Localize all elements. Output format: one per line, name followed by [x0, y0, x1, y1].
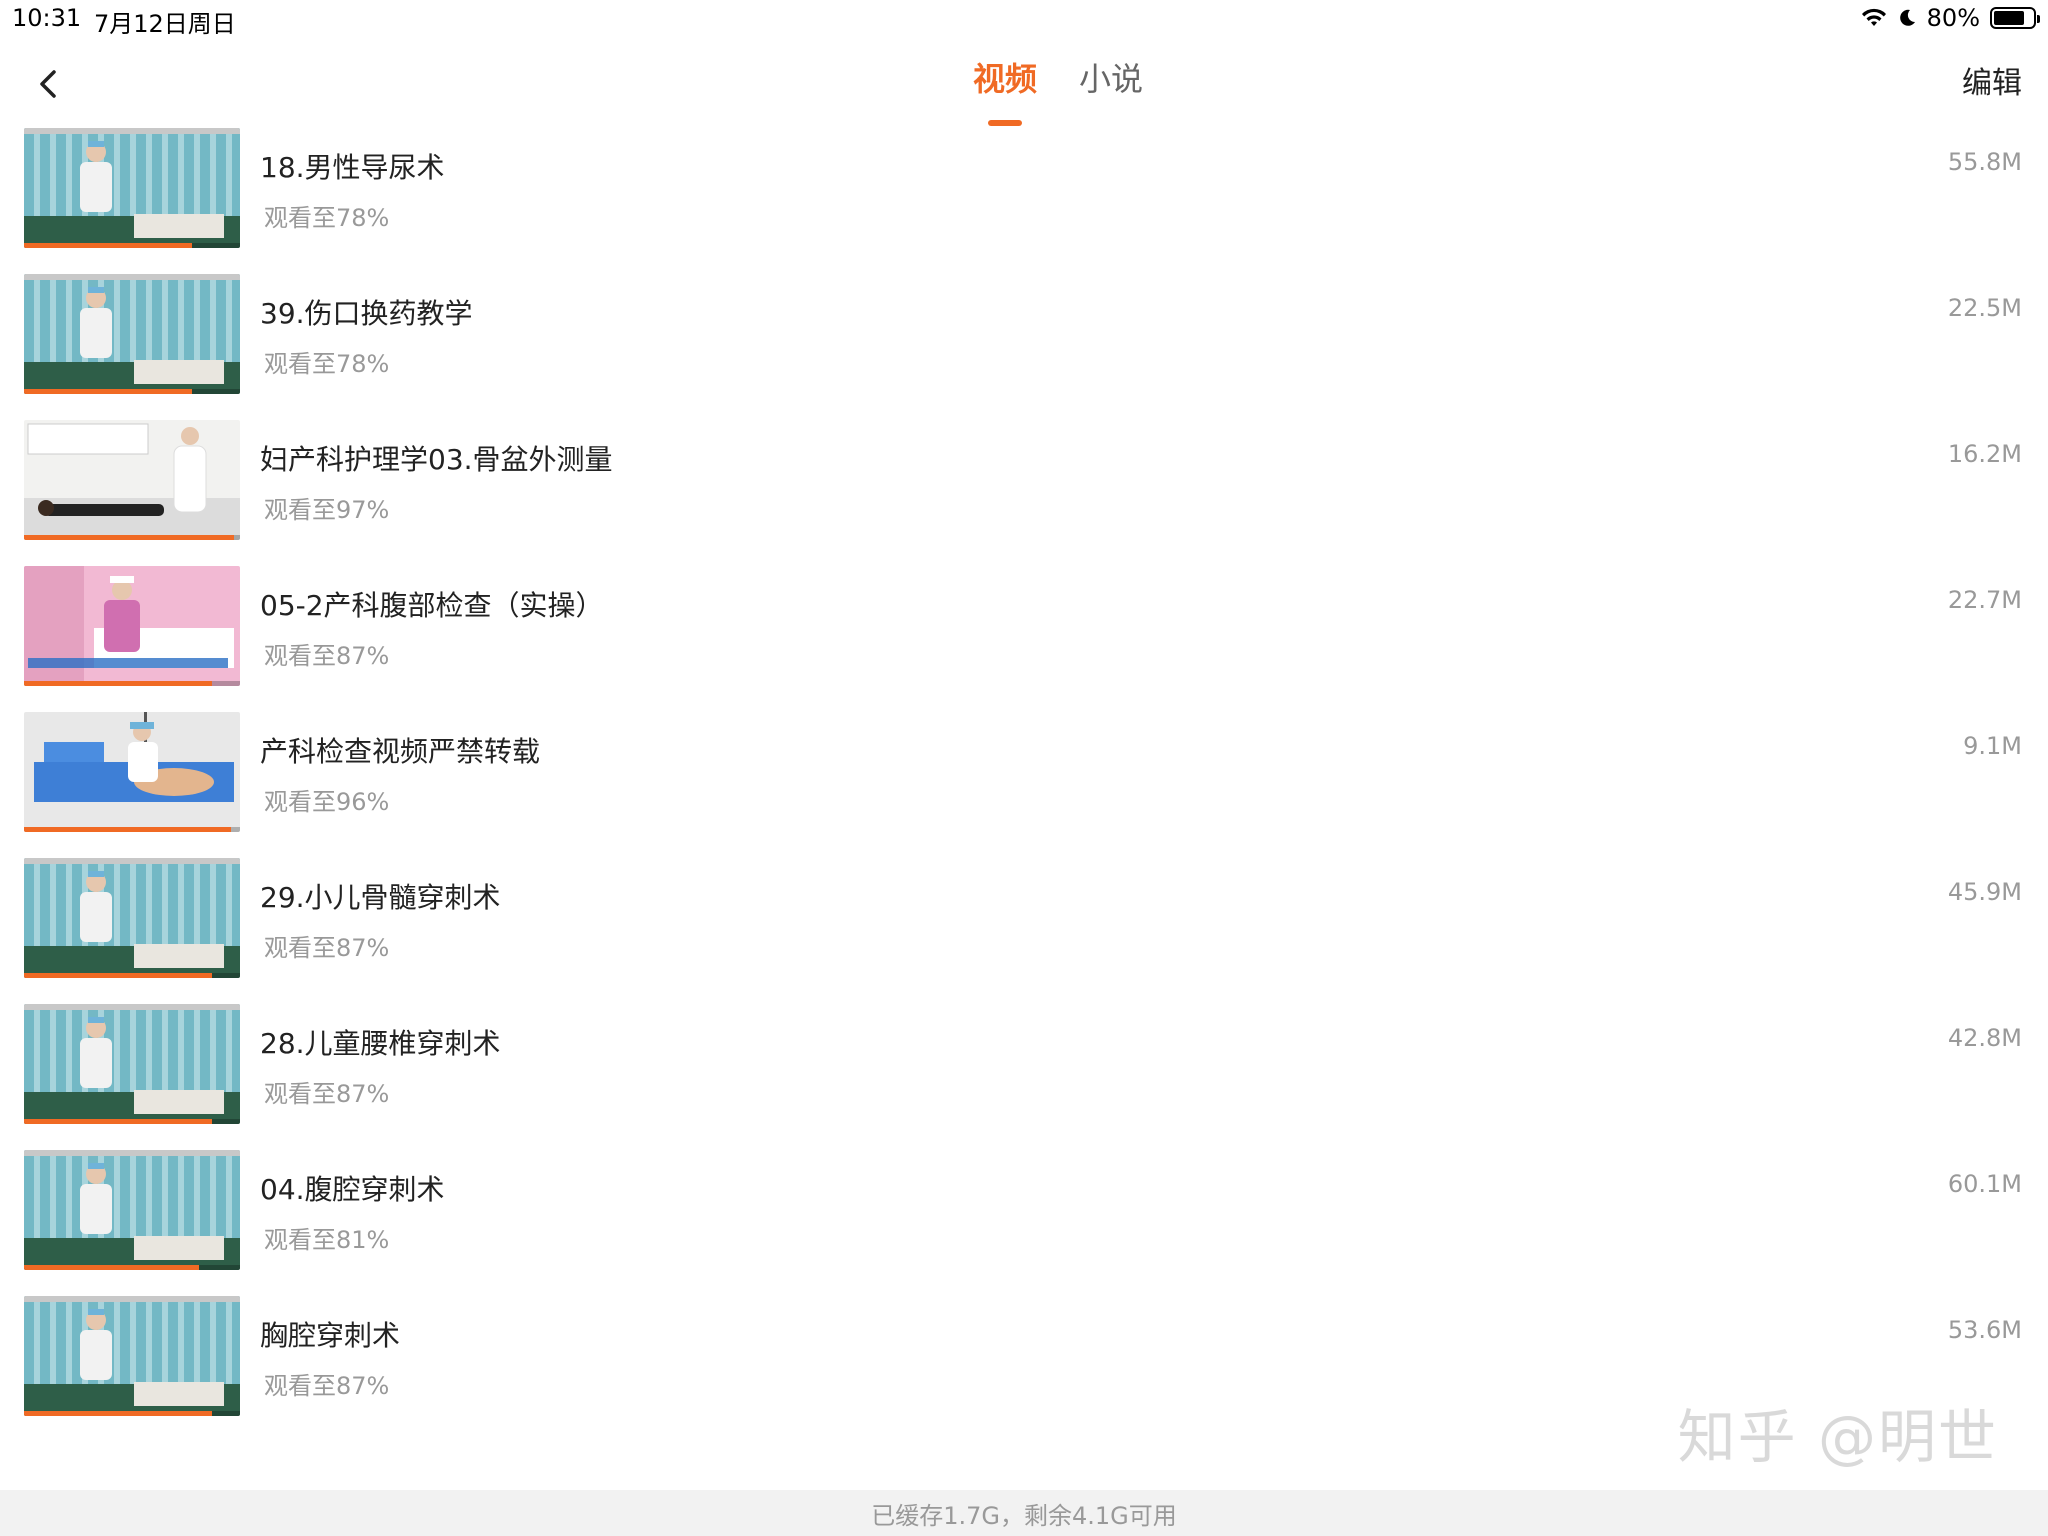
file-size: 16.2M: [1947, 440, 2022, 468]
status-bar: 10:31 7月12日周日 80%: [0, 0, 2048, 40]
video-title: 29.小儿骨髓穿刺术: [260, 881, 501, 914]
tab-video-label: 视频: [972, 60, 1037, 98]
watch-progress-label: 观看至97%: [264, 496, 390, 524]
watch-progress-bar: [24, 827, 232, 832]
file-size: 42.8M: [1947, 1024, 2022, 1052]
watch-progress-bar: [24, 1265, 199, 1270]
video-title: 胸腔穿刺术: [260, 1319, 401, 1352]
list-item[interactable]: 04.腹腔穿刺术 观看至81% 60.1M: [0, 1150, 2048, 1296]
video-thumbnail[interactable]: [24, 128, 240, 248]
watch-progress-label: 观看至78%: [264, 204, 390, 232]
video-title: 18.男性导尿术: [260, 151, 445, 184]
video-title: 05-2产科腹部检查（实操）: [260, 589, 604, 622]
watch-progress-bar: [24, 1411, 212, 1416]
watch-progress-bar: [24, 535, 234, 540]
watch-progress-bar: [24, 973, 212, 978]
watermark: 知乎 @明世: [1677, 1403, 1998, 1471]
watch-progress-label: 观看至81%: [264, 1226, 390, 1254]
video-thumbnail[interactable]: [24, 1150, 240, 1270]
battery-percent: 80%: [1926, 4, 1980, 32]
status-time: 10:31: [12, 4, 82, 32]
status-indicators: 80%: [1861, 4, 2040, 32]
list-item[interactable]: 29.小儿骨髓穿刺术 观看至87% 45.9M: [0, 858, 2048, 1004]
tab-novel[interactable]: 小说: [1075, 54, 1147, 100]
file-size: 55.8M: [1947, 148, 2022, 176]
download-list: 18.男性导尿术 观看至78% 55.8M 39.伤口换药教学 观看至78% 2…: [0, 128, 2048, 1442]
tab-bar: 视频 小说: [0, 54, 2048, 126]
watch-progress-bar: [24, 681, 212, 686]
video-thumbnail[interactable]: [24, 1296, 240, 1416]
watch-progress-label: 观看至87%: [264, 1372, 390, 1400]
watch-progress-label: 观看至87%: [264, 1080, 390, 1108]
watch-progress-bar: [24, 1119, 212, 1124]
list-item[interactable]: 39.伤口换药教学 观看至78% 22.5M: [0, 274, 2048, 420]
watch-progress-label: 观看至87%: [264, 934, 390, 962]
watch-progress-label: 观看至78%: [264, 350, 390, 378]
tab-active-indicator: [987, 120, 1022, 126]
list-item[interactable]: 产科检查视频严禁转载 观看至96% 9.1M: [0, 712, 2048, 858]
file-size: 9.1M: [1963, 732, 2022, 760]
watch-progress-label: 观看至87%: [264, 642, 390, 670]
storage-info: 已缓存1.7G，剩余4.1G可用: [871, 1501, 1177, 1530]
video-thumbnail[interactable]: [24, 1004, 240, 1124]
list-item[interactable]: 妇产科护理学03.骨盆外测量 观看至97% 16.2M: [0, 420, 2048, 566]
edit-button[interactable]: 编辑: [1962, 58, 2022, 102]
nav-bar: 视频 小说 编辑: [0, 40, 2048, 128]
video-title: 04.腹腔穿刺术: [260, 1173, 445, 1206]
file-size: 45.9M: [1947, 878, 2022, 906]
status-date: 7月12日周日: [94, 10, 236, 38]
battery-icon: [1990, 7, 2040, 29]
tab-video[interactable]: 视频: [969, 54, 1041, 126]
video-thumbnail[interactable]: [24, 566, 240, 686]
list-item[interactable]: 18.男性导尿术 观看至78% 55.8M: [0, 128, 2048, 274]
storage-footer: 已缓存1.7G，剩余4.1G可用: [0, 1490, 2048, 1536]
file-size: 53.6M: [1947, 1316, 2022, 1344]
list-item[interactable]: 05-2产科腹部检查（实操） 观看至87% 22.7M: [0, 566, 2048, 712]
file-size: 22.7M: [1947, 586, 2022, 614]
moon-icon: [1899, 9, 1915, 26]
video-thumbnail[interactable]: [24, 420, 240, 540]
list-item[interactable]: 28.儿童腰椎穿刺术 观看至87% 42.8M: [0, 1004, 2048, 1150]
watch-progress-bar: [24, 243, 193, 248]
watch-progress-label: 观看至96%: [264, 788, 390, 816]
video-title: 妇产科护理学03.骨盆外测量: [260, 443, 613, 476]
wifi-icon: [1861, 8, 1886, 26]
file-size: 60.1M: [1947, 1170, 2022, 1198]
video-thumbnail[interactable]: [24, 858, 240, 978]
video-title: 产科检查视频严禁转载: [260, 735, 541, 768]
video-title: 39.伤口换药教学: [260, 297, 473, 330]
tab-novel-label: 小说: [1079, 60, 1144, 98]
watch-progress-bar: [24, 389, 193, 394]
video-title: 28.儿童腰椎穿刺术: [260, 1027, 501, 1060]
video-thumbnail[interactable]: [24, 274, 240, 394]
video-thumbnail[interactable]: [24, 712, 240, 832]
file-size: 22.5M: [1947, 294, 2022, 322]
